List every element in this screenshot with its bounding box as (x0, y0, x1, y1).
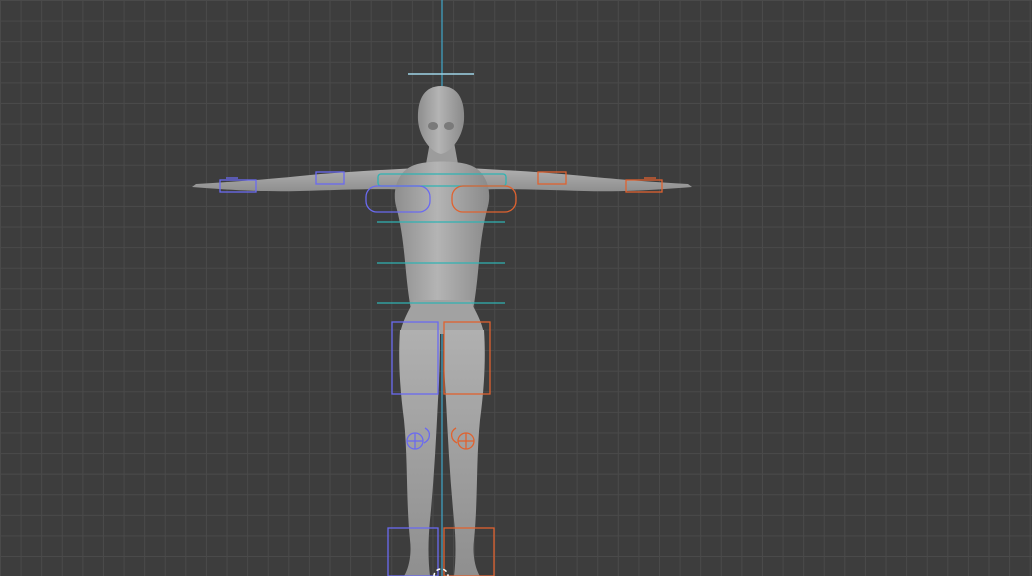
head (417, 86, 465, 154)
3d-viewport[interactable] (0, 0, 1032, 576)
scene-canvas[interactable] (0, 0, 1032, 576)
pelvis (400, 300, 484, 334)
left-eye (428, 122, 438, 130)
right-eye (444, 122, 454, 130)
right-leg (444, 330, 485, 576)
left-leg (399, 330, 440, 576)
3d-cursor-icon[interactable] (433, 568, 449, 576)
